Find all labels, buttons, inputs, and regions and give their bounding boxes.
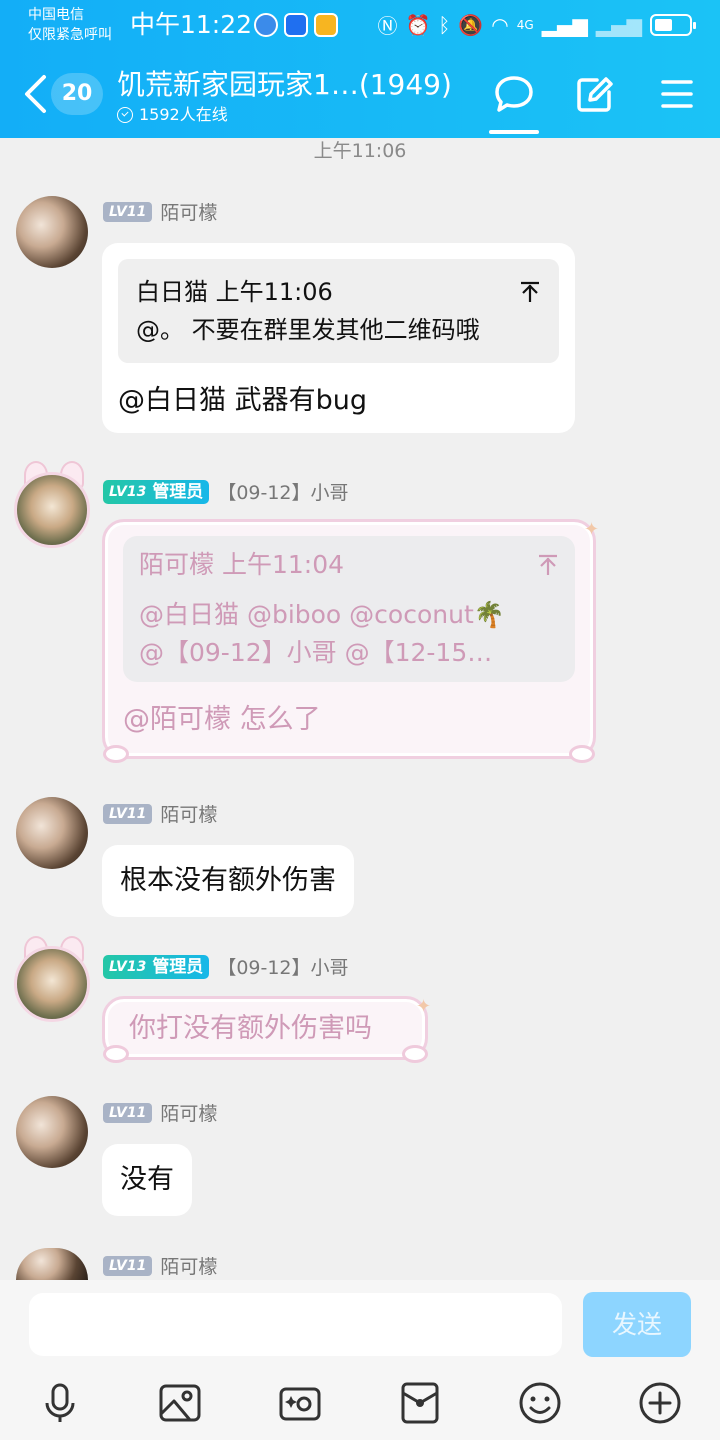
- online-count: 1592人在线: [139, 105, 228, 124]
- message-bubble[interactable]: 陌可檬 上午11:04 @白日猫 @biboo @coconut🌴 @【09-1…: [102, 519, 596, 759]
- unread-count-badge[interactable]: 20: [51, 73, 103, 115]
- microphone-icon[interactable]: [38, 1381, 82, 1425]
- avatar[interactable]: [16, 1096, 88, 1168]
- status-bar: 中国电信 仅限紧急呼叫 中午11:22 Ⓝ ⏰ ᛒ 🔕 ◠ 4G ▂▄▆ ▂▄▆: [0, 0, 720, 50]
- message-text: @白日猫 武器有bug: [118, 385, 367, 416]
- online-check-icon: [117, 107, 133, 123]
- quoted-message[interactable]: 陌可檬 上午11:04 @白日猫 @biboo @coconut🌴 @【09-1…: [123, 536, 575, 682]
- clock: 中午11:22: [130, 10, 253, 39]
- quote-sender: 陌可檬: [139, 550, 215, 579]
- network-type: 4G: [516, 17, 534, 32]
- avatar[interactable]: [16, 797, 88, 869]
- quoted-message[interactable]: 白日猫 上午11:06 @。 不要在群里发其他二维码哦: [118, 259, 559, 363]
- emergency-only-text: 仅限紧急呼叫: [28, 27, 112, 43]
- sender-name[interactable]: 陌可檬: [160, 800, 217, 827]
- mail-app-icon: [314, 13, 338, 37]
- message-bubble[interactable]: 白日猫 上午11:06 @。 不要在群里发其他二维码哦 @白日猫 武器有bug: [102, 243, 575, 433]
- edit-icon[interactable]: [573, 72, 617, 116]
- red-packet-icon[interactable]: [398, 1381, 442, 1425]
- quote-text: @。 不要在群里发其他二维码哦: [136, 316, 480, 344]
- sender-row: LV11 陌可檬: [103, 1099, 217, 1126]
- message-bubble[interactable]: 根本没有额外伤害: [102, 845, 354, 917]
- time-divider: 上午11:06: [313, 140, 407, 162]
- signal-icon: ▂▄▆: [541, 12, 588, 37]
- sender-name[interactable]: 陌可檬: [160, 1252, 217, 1279]
- sender-name[interactable]: 【09-12】小哥: [217, 953, 348, 980]
- shield-app-icon: [284, 13, 308, 37]
- quote-sender: 白日猫: [136, 278, 208, 306]
- quote-time: 上午11:06: [215, 278, 333, 306]
- battery-icon: [650, 13, 696, 36]
- avatar[interactable]: [16, 1248, 88, 1280]
- browser-app-icon: [254, 13, 278, 37]
- frame-decoration: [103, 745, 129, 763]
- camera-icon[interactable]: [278, 1381, 322, 1425]
- online-status: 1592人在线: [117, 104, 228, 126]
- frame-decoration: [402, 1045, 428, 1063]
- carrier-info: 中国电信 仅限紧急呼叫: [28, 5, 112, 45]
- level-badge: LV13: [109, 958, 147, 975]
- sender-row: LV13 管理员 【09-12】小哥: [103, 953, 349, 980]
- active-tab-indicator: [489, 130, 539, 134]
- message-text: 你打没有额外伤害吗: [129, 1013, 372, 1044]
- frame-decoration: [569, 745, 595, 763]
- level-badge: LV13: [109, 483, 147, 500]
- nfc-icon: Ⓝ: [377, 14, 398, 38]
- sender-row: LV11 陌可檬: [103, 198, 217, 225]
- sender-name[interactable]: 陌可檬: [160, 198, 217, 225]
- signal-2-icon: ▂▄▆: [595, 12, 642, 37]
- alarm-icon: ⏰: [405, 12, 431, 37]
- mute-icon: 🔕: [458, 12, 484, 37]
- sender-name[interactable]: 【09-12】小哥: [217, 478, 348, 505]
- star-decoration: ✦: [584, 519, 600, 540]
- level-badge: LV11: [103, 803, 153, 824]
- message-text: @陌可檬 怎么了: [123, 704, 321, 735]
- group-title[interactable]: 饥荒新家园玩家1…(1949): [117, 66, 452, 104]
- bluetooth-icon: ᛒ: [438, 12, 451, 37]
- jump-to-quote-icon[interactable]: [519, 280, 541, 304]
- sender-row: LV11 陌可檬: [103, 800, 217, 827]
- sender-row: LV13 管理员 【09-12】小哥: [103, 478, 349, 505]
- star-decoration: ✦: [416, 996, 432, 1017]
- message-bubble[interactable]: 你打没有额外伤害吗: [102, 996, 428, 1060]
- chat-header: 中国电信 仅限紧急呼叫 中午11:22 Ⓝ ⏰ ᛒ 🔕 ◠ 4G ▂▄▆ ▂▄▆…: [0, 0, 720, 138]
- frame-decoration: [103, 1045, 129, 1063]
- quote-line-2: @【09-12】小哥 @【12-15…: [139, 638, 493, 667]
- level-badge: LV11: [103, 1255, 153, 1276]
- message-input[interactable]: [29, 1293, 562, 1356]
- sender-name[interactable]: 陌可檬: [160, 1099, 217, 1126]
- message-text: 根本没有额外伤害: [120, 865, 336, 896]
- carrier-name: 中国电信: [28, 7, 84, 23]
- avatar[interactable]: [16, 196, 88, 268]
- quote-line-1: @白日猫 @biboo @coconut🌴: [139, 600, 505, 629]
- menu-icon[interactable]: [655, 72, 699, 116]
- send-button[interactable]: 发送: [583, 1292, 691, 1357]
- message-bubble[interactable]: 没有: [102, 1144, 192, 1216]
- sender-row: LV11 陌可檬: [103, 1252, 217, 1279]
- jump-to-quote-icon[interactable]: [537, 553, 559, 577]
- image-icon[interactable]: [158, 1381, 202, 1425]
- emoji-icon[interactable]: [518, 1381, 562, 1425]
- avatar[interactable]: [14, 946, 90, 1022]
- avatar[interactable]: [14, 472, 90, 548]
- level-badge: LV11: [103, 1102, 153, 1123]
- quote-time: 上午11:04: [221, 550, 345, 579]
- role-label: 管理员: [152, 956, 204, 977]
- admin-badge: LV13 管理员: [103, 954, 210, 979]
- status-icons: Ⓝ ⏰ ᛒ 🔕 ◠ 4G ▂▄▆ ▂▄▆: [377, 10, 696, 39]
- admin-badge: LV13 管理员: [103, 479, 210, 504]
- chat-bubble-icon[interactable]: [492, 72, 536, 116]
- wifi-icon: ◠: [491, 12, 509, 37]
- message-text: 没有: [120, 1164, 174, 1195]
- back-icon[interactable]: [22, 74, 48, 114]
- role-label: 管理员: [152, 481, 204, 502]
- input-bar: 发送: [0, 1280, 720, 1440]
- level-badge: LV11: [103, 201, 153, 222]
- plus-icon[interactable]: [638, 1381, 682, 1425]
